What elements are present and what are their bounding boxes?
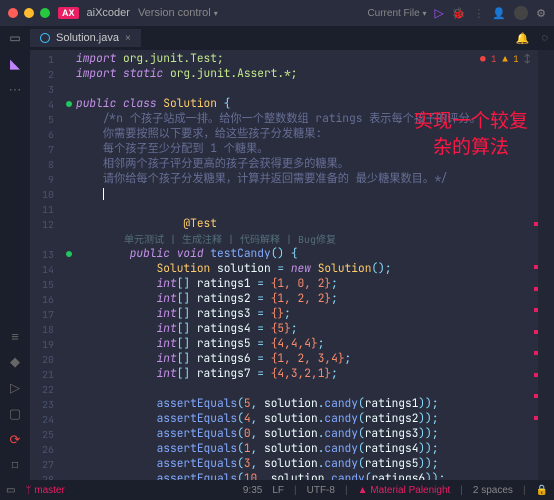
debug-icon[interactable]: 🐞: [452, 7, 466, 20]
caret-position[interactable]: 9:35: [243, 485, 262, 496]
rail-icon[interactable]: ⋯: [9, 82, 22, 98]
services-icon[interactable]: ◆: [10, 354, 20, 370]
file-encoding[interactable]: UTF-8: [307, 485, 335, 496]
close-tab-icon[interactable]: ×: [125, 33, 131, 44]
window-controls: [8, 8, 50, 18]
user-icon[interactable]: 👤: [492, 7, 506, 20]
terminal-icon[interactable]: ⌑: [12, 458, 19, 474]
git-branch[interactable]: ᛘ master: [25, 485, 64, 496]
left-tool-rail: ◣ ⋯ ≡ ◆ ▷ ▢ ⟳ ⌑: [0, 50, 30, 480]
code-lines: 1import org.junit.Test; 2import static o…: [30, 50, 554, 480]
run-button[interactable]: ▷: [434, 6, 443, 20]
java-file-icon: [40, 33, 50, 43]
run-gutter-icon[interactable]: [66, 101, 72, 107]
settings-icon[interactable]: ⚙: [536, 7, 546, 20]
ax-badge: AX: [58, 7, 79, 19]
code-editor[interactable]: ● 1 ▲ 1 ↕ 实现一个较复杂的算法 1import org.junit.T…: [30, 50, 554, 480]
tab-label: Solution.java: [56, 32, 119, 44]
run-config-selector[interactable]: Current File ▾: [367, 8, 426, 19]
title-bar: AX aiXcoder Version control ▾ Current Fi…: [0, 0, 554, 26]
progress-icon[interactable]: ◌: [535, 32, 554, 44]
avatar[interactable]: [514, 6, 528, 20]
tab-solution-java[interactable]: Solution.java ×: [30, 29, 141, 47]
inspection-summary[interactable]: ● 1 ▲ 1 ↕: [480, 52, 530, 67]
run-tool-icon[interactable]: ▷: [10, 380, 20, 396]
app-name[interactable]: aiXcoder: [87, 7, 130, 19]
project-icon[interactable]: ▭: [9, 31, 20, 45]
commit-icon[interactable]: ⟳: [10, 432, 21, 448]
debug-tool-icon[interactable]: ▢: [9, 406, 21, 422]
text-caret: [103, 188, 104, 200]
maximize-window-button[interactable]: [40, 8, 50, 18]
line-separator[interactable]: LF: [272, 485, 284, 496]
notifications-icon[interactable]: 🔔: [510, 32, 536, 45]
error-stripe[interactable]: [534, 50, 538, 480]
status-bar: ▭ ᛘ master 9:35 LF | UTF-8 | ▲ Material …: [0, 480, 554, 500]
close-window-button[interactable]: [8, 8, 18, 18]
run-gutter-icon[interactable]: [66, 251, 72, 257]
read-lock-icon[interactable]: 🔒: [536, 485, 548, 496]
version-control-menu[interactable]: Version control ▾: [138, 7, 218, 19]
bookmark-icon[interactable]: ◣: [10, 56, 20, 72]
indent-indicator[interactable]: 2 spaces: [473, 485, 513, 496]
structure-icon[interactable]: ≡: [11, 329, 19, 344]
tool-window-toggle[interactable]: ▭: [6, 485, 15, 496]
tab-bar: ▭ Solution.java × 🔔 ◌: [0, 26, 554, 50]
scrollbar-minimap[interactable]: [538, 50, 554, 480]
theme-indicator[interactable]: ▲ Material Palenight: [358, 485, 451, 496]
minimize-window-button[interactable]: [24, 8, 34, 18]
